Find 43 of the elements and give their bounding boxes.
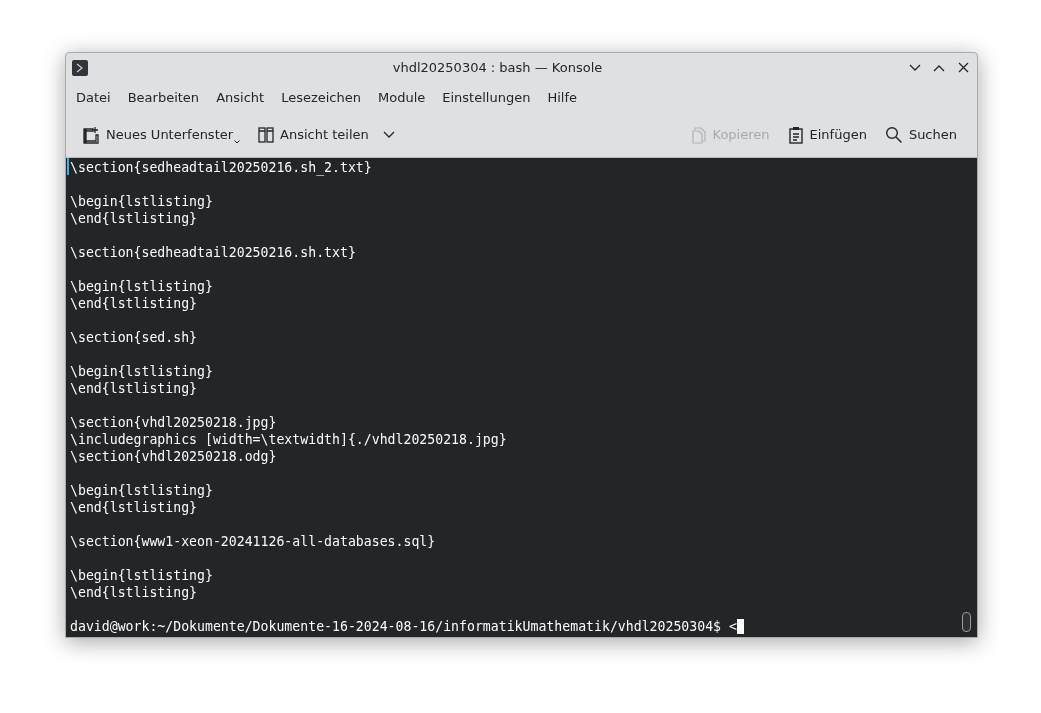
menu-item[interactable]: Datei	[69, 85, 118, 109]
menu-item[interactable]: Ansicht	[209, 85, 272, 109]
menu-item[interactable]: Einstellungen	[435, 85, 538, 109]
terminal-line: \begin{lstlisting}	[70, 363, 213, 380]
terminal-line: \begin{lstlisting}	[70, 193, 213, 210]
toolbar-button[interactable]: Suchen	[878, 121, 963, 148]
new-tab-icon	[82, 125, 100, 144]
toolbar-button[interactable]: Einfügen	[781, 121, 873, 148]
shell-prompt: david@work:~/Dokumente/Dokumente-16-2024-08-16/informatikUmathematik/vhdl20250304$ <	[70, 618, 737, 635]
terminal-line: \includegraphics [width=\textwidth]{./vhdl20250218.jpg}	[70, 431, 507, 448]
terminal-line: \section{sedheadtail20250216.sh.txt}	[70, 244, 356, 261]
terminal-line: \end{lstlisting}	[70, 210, 198, 227]
text-cursor	[736, 619, 744, 634]
terminal-line: \end{lstlisting}	[70, 584, 198, 601]
toolbar-button[interactable]: Neues Unterfenster	[76, 121, 247, 148]
toolbar-button[interactable]: Ansicht teilen	[252, 121, 401, 148]
search-icon	[884, 125, 903, 144]
split-view-icon	[258, 125, 275, 144]
terminal-line: \section{vhdl20250218.odg}	[70, 448, 277, 465]
terminal-line: \begin{lstlisting}	[70, 567, 213, 584]
terminal-line: \section{vhdl20250218.jpg}	[70, 414, 277, 431]
terminal-line: \begin{lstlisting}	[70, 482, 213, 499]
terminal-line: \end{lstlisting}	[70, 380, 198, 397]
menu-item[interactable]: Lesezeichen	[274, 85, 368, 109]
small-caret-icon	[234, 139, 241, 144]
terminal-line: \section{www1-xeon-20241126-all-databases.sql}	[70, 533, 436, 550]
chevron-down-icon	[909, 63, 921, 72]
copy-icon	[690, 125, 707, 144]
chevron-down-icon	[382, 130, 395, 139]
menu-item[interactable]: Hilfe	[540, 85, 584, 109]
menu-item[interactable]: Bearbeiten	[120, 85, 207, 109]
menu-item[interactable]: Module	[371, 85, 433, 109]
chevron-up-icon	[933, 63, 945, 72]
clipboard-icon	[787, 125, 804, 144]
terminal-line: \section{sedheadtail20250216.sh_2.txt}	[70, 159, 372, 176]
terminal-line: \end{lstlisting}	[70, 295, 198, 312]
terminal-app-icon	[72, 59, 88, 76]
close-icon	[957, 62, 969, 73]
window-title: vhdl20250304 : bash — Konsole	[391, 60, 604, 75]
terminal-line: \begin{lstlisting}	[70, 278, 213, 295]
terminal-line: \section{sed.sh}	[70, 329, 198, 346]
scrollbar-thumb[interactable]	[962, 612, 971, 632]
terminal-line: \end{lstlisting}	[70, 499, 198, 516]
